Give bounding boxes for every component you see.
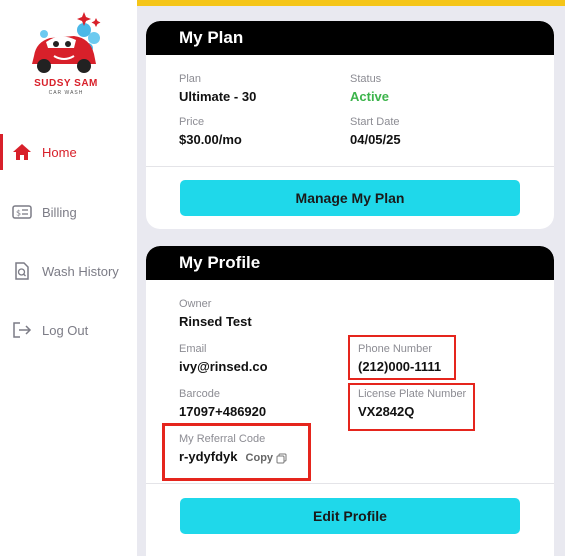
plan-value: Ultimate - 30 (179, 89, 257, 104)
sudsy-sam-logo[interactable]: SUDSY SAM CAR WASH (24, 8, 108, 96)
barcode-field: Barcode 17097+486920 (179, 388, 266, 419)
billing-icon: $ (12, 202, 32, 222)
sidebar-item-label: Wash History (42, 263, 119, 279)
price-label: Price (179, 116, 205, 128)
plan-field: Plan Ultimate - 30 (179, 73, 256, 104)
barcode-label: Barcode (179, 388, 220, 400)
price-field: Price $30.00/mo (179, 116, 242, 147)
start-date-field: Start Date 04/05/25 (350, 116, 401, 147)
brand-tagline: CAR WASH (48, 90, 84, 96)
license-plate-highlight-box (348, 383, 475, 431)
svg-text:$: $ (16, 209, 21, 218)
owner-field: Owner Rinsed Test (179, 298, 252, 329)
my-profile-title: My Profile (146, 246, 554, 280)
email-value: ivy@rinsed.co (179, 359, 268, 374)
status-value: Active (350, 89, 390, 104)
sidebar-item-label: Home (42, 144, 77, 160)
plan-label: Plan (179, 73, 202, 85)
home-icon (12, 142, 32, 162)
start-date-label: Start Date (350, 116, 400, 128)
price-value: $30.00/mo (179, 132, 242, 147)
my-plan-card: My Plan Plan Ultimate - 30 Status Active… (146, 21, 554, 229)
my-plan-title: My Plan (146, 21, 554, 55)
sidebar-item-home[interactable]: Home (0, 132, 137, 172)
sidebar-item-label: Log Out (42, 322, 89, 338)
divider (146, 166, 554, 167)
wash-history-icon (12, 261, 32, 281)
sidebar-item-billing[interactable]: $ Billing (0, 192, 137, 232)
email-field: Email ivy@rinsed.co (179, 343, 268, 374)
email-label: Email (179, 343, 207, 355)
barcode-value: 17097+486920 (179, 404, 267, 419)
sidebar: SUDSY SAM CAR WASH Home $ Billing Wash H… (0, 0, 137, 556)
brand-name: SUDSY SAM (34, 78, 98, 89)
divider (146, 483, 554, 484)
car-mascot-icon (32, 12, 101, 73)
top-accent-bar (137, 0, 565, 6)
sidebar-item-label: Billing (42, 204, 77, 220)
status-field: Status Active (350, 73, 389, 104)
referral-code-highlight-box (162, 423, 311, 481)
phone-highlight-box (348, 335, 456, 380)
start-date-value: 04/05/25 (350, 132, 401, 147)
owner-value: Rinsed Test (179, 314, 252, 329)
owner-label: Owner (179, 298, 212, 310)
edit-profile-button[interactable]: Edit Profile (180, 498, 520, 534)
sidebar-item-wash-history[interactable]: Wash History (0, 251, 137, 291)
logout-icon (12, 320, 32, 340)
status-label: Status (350, 73, 382, 85)
manage-plan-button[interactable]: Manage My Plan (180, 180, 520, 216)
sidebar-item-logout[interactable]: Log Out (0, 310, 137, 350)
